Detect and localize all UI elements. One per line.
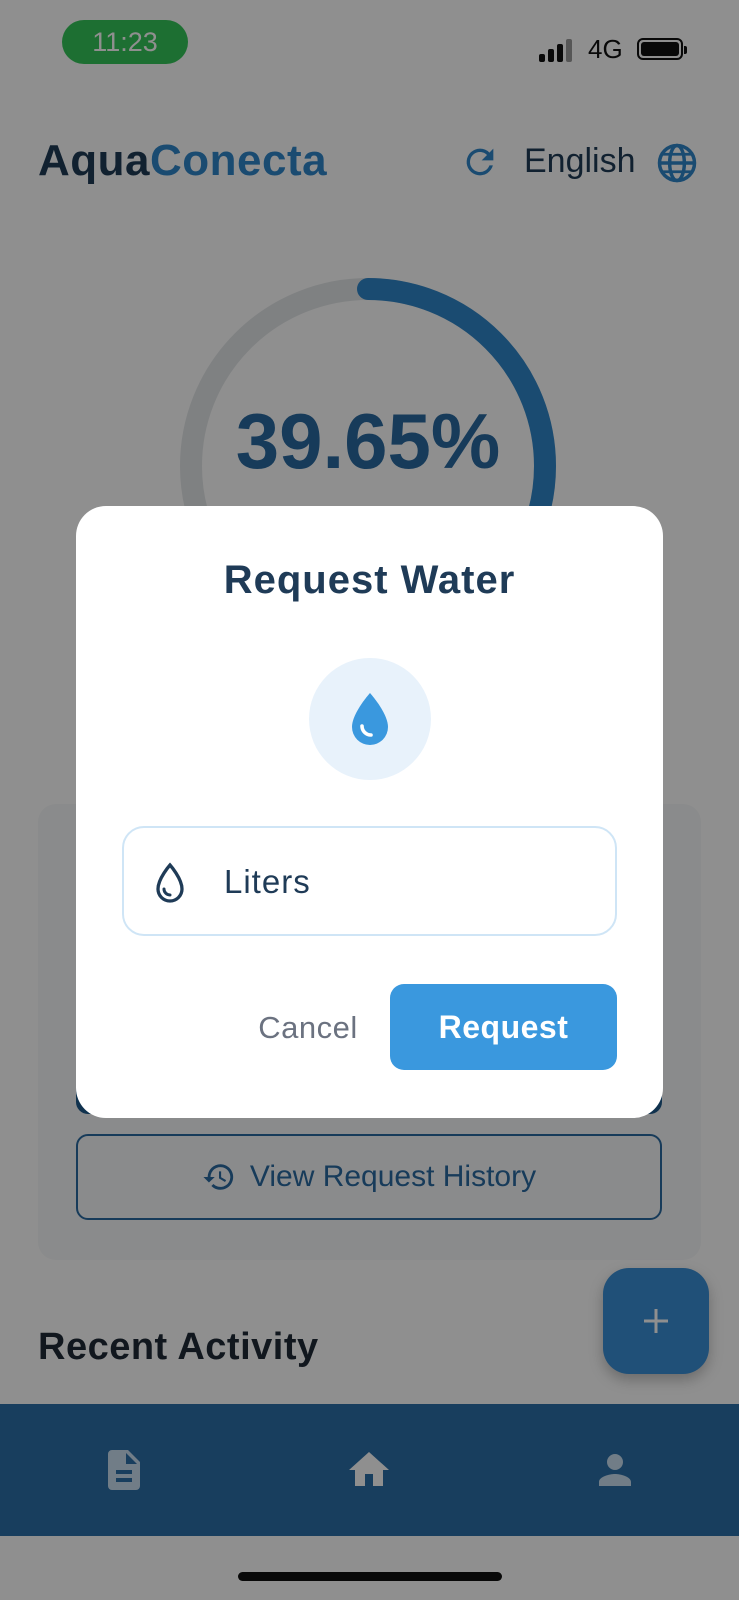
liters-input[interactable] xyxy=(222,850,606,914)
water-drop-outline-icon xyxy=(156,862,184,903)
water-drop-badge xyxy=(309,658,431,780)
dialog-title: Request Water xyxy=(223,558,516,602)
app-screen: 11:23 4G AquaConecta English 39.65% View xyxy=(0,0,739,1600)
request-button[interactable]: Request xyxy=(390,984,617,1070)
cancel-button[interactable]: Cancel xyxy=(238,986,378,1070)
request-water-dialog: Request Water Cancel Request xyxy=(76,506,663,1118)
liters-field[interactable] xyxy=(122,826,617,936)
water-drop-icon xyxy=(352,693,388,745)
